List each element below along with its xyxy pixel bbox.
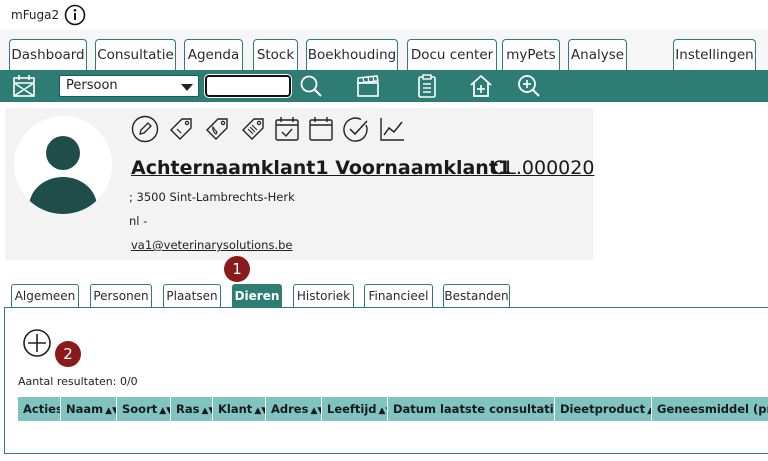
avatar [14, 116, 112, 214]
column-header-dieetproduct[interactable]: Dieetproduct▲▼ [555, 397, 652, 421]
animals-table-body [18, 421, 768, 441]
client-code[interactable]: CL.000020 [492, 157, 594, 179]
clipboard-icon[interactable] [414, 73, 440, 99]
client-language: nl - [129, 214, 148, 228]
client-address: ; 3500 Sint-Lambrechts-Herk [129, 190, 295, 204]
tag-icon[interactable] [166, 114, 196, 144]
tab-docu-center[interactable]: Docu center [407, 39, 497, 70]
tab-agenda[interactable]: Agenda [184, 39, 243, 70]
column-header-geneesmiddel[interactable]: Geneesmiddel (prod [652, 397, 768, 421]
person-select[interactable]: Persoon [59, 75, 199, 97]
phone-tag-icon[interactable] [202, 114, 232, 144]
column-header-acties[interactable]: Acties [18, 397, 61, 421]
subtab-financieel[interactable]: Financieel [364, 284, 433, 307]
chevron-down-icon [181, 84, 193, 91]
sort-icon: ▲▼ [378, 406, 387, 416]
sort-icon: ▲▼ [105, 406, 116, 416]
client-email[interactable]: va1@veterinarysolutions.be [131, 238, 293, 252]
subtab-historiek[interactable]: Historiek [293, 284, 354, 307]
subtab-bestanden[interactable]: Bestanden [443, 284, 510, 307]
calendar-grid-icon[interactable] [11, 73, 37, 99]
step-marker-2: 2 [55, 341, 81, 367]
check-circle-icon[interactable] [341, 114, 371, 144]
sort-icon: ▲▼ [159, 406, 170, 416]
zoom-in-icon[interactable] [516, 73, 542, 99]
tab-mypets[interactable]: myPets [502, 39, 560, 70]
app-title: mFuga2 [11, 8, 60, 22]
client-name[interactable]: Achternaamklant1 Voornaamklant1 [131, 157, 511, 179]
toolbar: Persoon [0, 70, 768, 102]
column-header-klant[interactable]: Klant▲▼ [213, 397, 266, 421]
result-count: Aantal resultaten: 0/0 [18, 375, 138, 388]
column-header-soort[interactable]: Soort▲▼ [117, 397, 171, 421]
column-header-ras[interactable]: Ras▲▼ [171, 397, 213, 421]
sort-icon: ▲▼ [254, 406, 265, 416]
barcode-tag-icon[interactable] [238, 114, 268, 144]
column-header-naam[interactable]: Naam▲▼ [61, 397, 117, 421]
tab-stock[interactable]: Stock [253, 39, 298, 70]
main-navigation: Dashboard Consultatie Agenda Stock Boekh… [0, 30, 768, 70]
column-header-datum-laatste-consultatie[interactable]: Datum laatste consultatie▲▼ [388, 397, 555, 421]
column-header-adres[interactable]: Adres▲▼ [266, 397, 322, 421]
tab-analyse[interactable]: Analyse [568, 39, 627, 70]
sort-icon: ▲▼ [201, 406, 212, 416]
info-icon[interactable] [64, 4, 86, 26]
column-header-leeftijd[interactable]: Leeftijd▲▼ [322, 397, 388, 421]
subtab-algemeen[interactable]: Algemeen [11, 284, 79, 307]
edit-icon[interactable] [130, 114, 160, 144]
calendar-check-icon[interactable] [272, 114, 302, 144]
person-select-value: Persoon [66, 78, 118, 93]
subtab-dieren[interactable]: Dieren [232, 284, 282, 307]
subtab-personen[interactable]: Personen [90, 284, 152, 307]
add-circle-icon[interactable] [22, 328, 52, 358]
tab-dashboard[interactable]: Dashboard [9, 39, 87, 70]
sort-icon: ▲▼ [310, 406, 321, 416]
home-add-icon[interactable] [468, 73, 494, 99]
line-chart-icon[interactable] [377, 114, 407, 144]
animals-table-header: Acties Naam▲▼ Soort▲▼ Ras▲▼ Klant▲▼ Adre… [18, 397, 768, 421]
clapperboard-icon[interactable] [355, 73, 381, 99]
client-card: Achternaamklant1 Voornaamklant1 CL.00002… [5, 108, 594, 260]
tab-instellingen[interactable]: Instellingen [673, 39, 756, 70]
search-icon[interactable] [298, 73, 324, 99]
step-marker-1: 1 [224, 256, 250, 282]
tab-consultatie[interactable]: Consultatie [95, 39, 176, 70]
search-input[interactable] [204, 74, 292, 98]
calendar-icon[interactable] [306, 114, 336, 144]
subtab-plaatsen[interactable]: Plaatsen [163, 284, 221, 307]
tab-boekhouding[interactable]: Boekhouding [306, 39, 398, 70]
